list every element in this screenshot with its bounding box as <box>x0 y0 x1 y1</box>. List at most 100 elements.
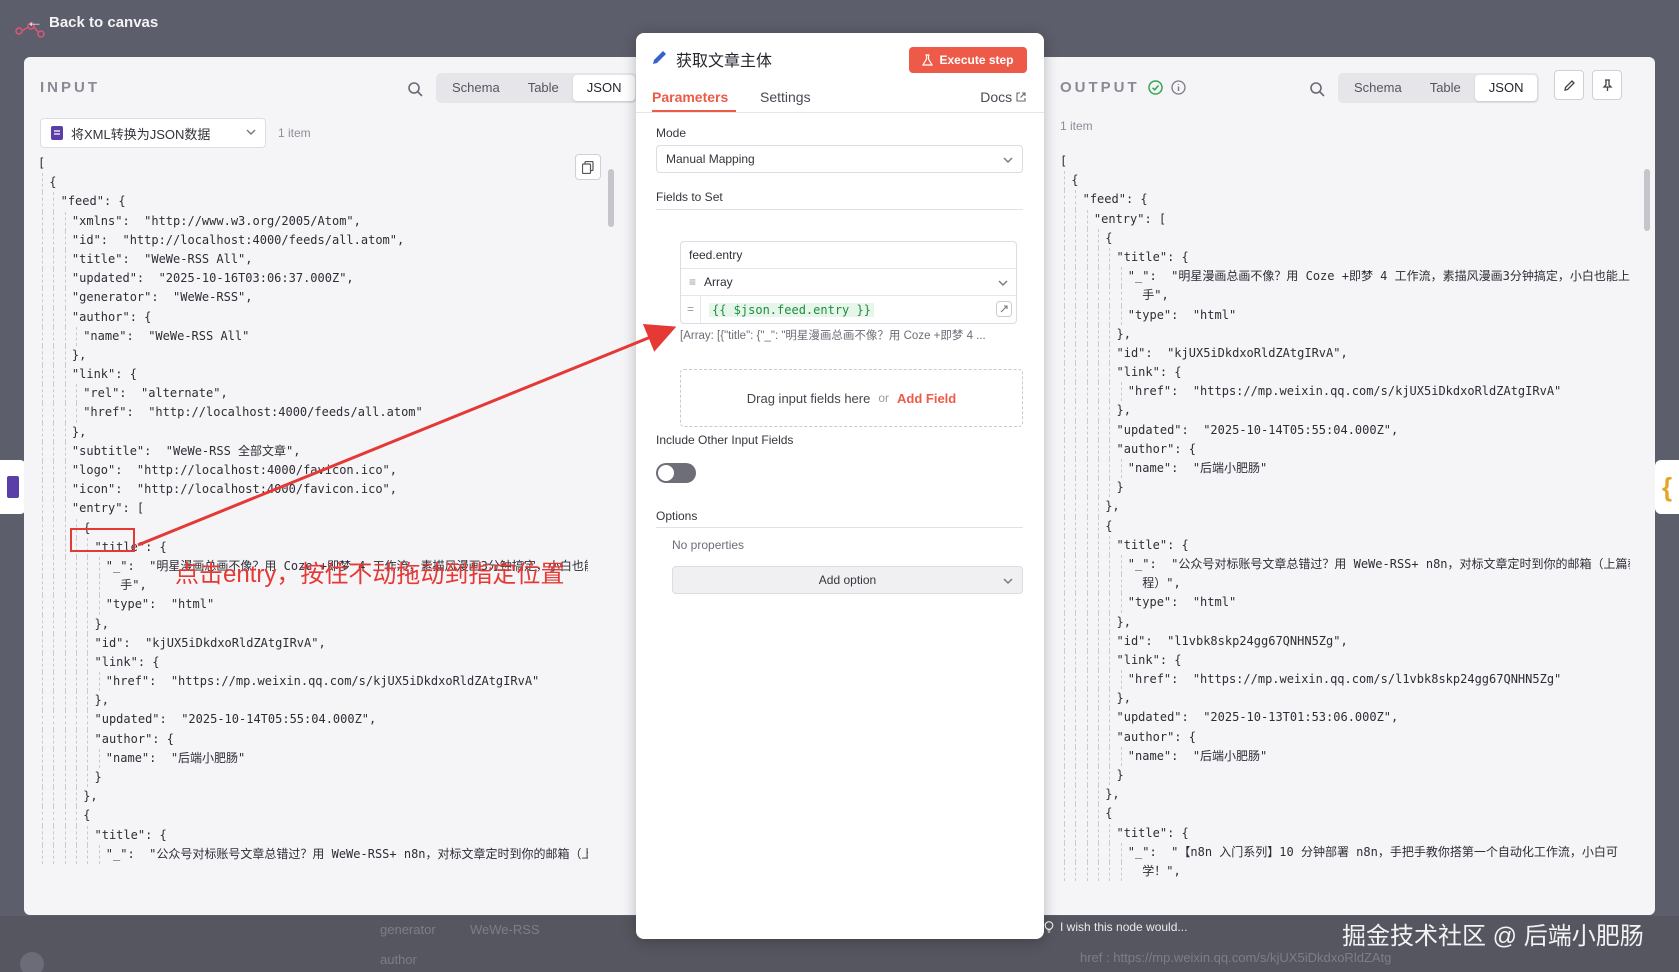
field-type-select[interactable]: ≡ Array <box>681 269 1016 296</box>
execute-step-button[interactable]: Execute step <box>909 47 1027 73</box>
json-line[interactable]: "title": { <box>38 825 588 845</box>
json-line[interactable]: "type": "html" <box>1060 305 1630 325</box>
json-line[interactable]: }, <box>1060 689 1630 709</box>
json-line[interactable]: "author": { <box>38 729 588 749</box>
json-line[interactable]: "name": "后端小肥肠" <box>1060 746 1630 766</box>
edit-output-button[interactable] <box>1554 70 1584 100</box>
search-icon[interactable] <box>407 81 423 97</box>
json-line[interactable]: } <box>1060 766 1630 786</box>
json-line[interactable]: { <box>38 173 588 193</box>
output-node-tab[interactable]: { <box>1655 460 1679 514</box>
json-line[interactable]: }, <box>1060 497 1630 517</box>
tab-parameters[interactable]: Parameters <box>652 89 728 105</box>
pin-output-button[interactable] <box>1592 70 1622 100</box>
add-field-button[interactable]: Add Field <box>897 391 956 406</box>
json-line[interactable]: { <box>1060 804 1630 824</box>
input-node-tab[interactable] <box>0 460 26 514</box>
json-line[interactable]: { <box>1060 516 1630 536</box>
search-icon[interactable] <box>1309 81 1325 97</box>
include-other-toggle[interactable] <box>656 463 696 483</box>
avatar[interactable] <box>20 952 44 972</box>
json-line[interactable]: "id": "kjUX5iDkdxoRldZAtgIRvA", <box>1060 343 1630 364</box>
json-line[interactable]: } <box>38 768 588 788</box>
json-line[interactable]: { <box>38 806 588 826</box>
input-tab-schema[interactable]: Schema <box>438 75 514 101</box>
json-line[interactable]: "subtitle": "WeWe-RSS 全部文章", <box>38 441 588 461</box>
feedback-link[interactable]: I wish this node would... <box>1044 920 1187 934</box>
expand-icon[interactable] <box>996 301 1012 317</box>
json-line[interactable]: "type": "html" <box>38 595 588 615</box>
json-line[interactable]: "title": { <box>1060 247 1630 268</box>
json-line[interactable]: "updated": "2025-10-14T05:55:04.000Z", <box>1060 420 1630 440</box>
json-line[interactable]: "name": "后端小肥肠" <box>1060 459 1630 479</box>
json-line[interactable]: "author": { <box>1060 727 1630 747</box>
drop-zone[interactable]: Drag input fields here or Add Field <box>680 369 1023 427</box>
json-line[interactable]: "name": "WeWe-RSS All" <box>38 326 588 346</box>
json-line[interactable]: }, <box>38 422 588 442</box>
json-line[interactable]: "_": "明星漫画总画不像？用 Coze +即梦 4 工作流，素描风漫画3分钟… <box>1060 267 1630 287</box>
info-icon[interactable] <box>1171 80 1186 95</box>
json-line[interactable]: "type": "html" <box>1060 593 1630 613</box>
json-line[interactable]: "link": { <box>38 652 588 673</box>
json-line[interactable]: }, <box>1060 401 1630 421</box>
json-line[interactable]: "link": { <box>1060 363 1630 383</box>
json-line[interactable]: 程）", <box>1060 574 1630 594</box>
json-line[interactable]: "href": "https://mp.weixin.qq.com/s/kjUX… <box>38 672 588 692</box>
input-scrollbar[interactable] <box>608 169 614 227</box>
json-line[interactable]: "_": "公众号对标账号文章总错过？用 WeWe-RSS+ n8n，对标文章定… <box>1060 554 1630 575</box>
json-line[interactable]: } <box>1060 478 1630 498</box>
back-to-canvas-link[interactable]: ← Back to canvas <box>26 12 158 32</box>
input-tab-json[interactable]: JSON <box>572 75 636 101</box>
json-line[interactable]: "href": "http://localhost:4000/feeds/all… <box>38 403 588 423</box>
step-title[interactable]: 获取文章主体 <box>676 47 772 71</box>
json-line[interactable]: "icon": "http://localhost:4000/favicon.i… <box>38 480 588 500</box>
json-line[interactable]: "title": { <box>1060 823 1630 843</box>
json-line[interactable]: "id": "http://localhost:4000/feeds/all.a… <box>38 230 588 250</box>
json-line[interactable]: }, <box>1060 612 1630 632</box>
json-line[interactable]: 手", <box>1060 286 1630 306</box>
json-line[interactable]: { <box>1060 171 1630 191</box>
json-line[interactable]: "title": "WeWe-RSS All", <box>38 249 588 270</box>
json-line[interactable]: "id": "l1vbk8skp24gg67QNHN5Zg", <box>1060 631 1630 651</box>
json-line[interactable]: }, <box>38 691 588 711</box>
json-line[interactable]: "_": "【n8n 入门系列】10 分钟部署 n8n，手把手教你搭第一个自动化… <box>1060 842 1630 862</box>
json-line[interactable]: [ <box>1060 152 1630 171</box>
json-line[interactable]: "logo": "http://localhost:4000/favicon.i… <box>38 461 588 481</box>
field-value-input[interactable]: = {{ $json.feed.entry }} <box>681 296 1016 323</box>
tab-settings[interactable]: Settings <box>760 89 811 105</box>
json-line[interactable]: "link": { <box>38 365 588 385</box>
json-line[interactable]: "generator": "WeWe-RSS", <box>38 288 588 308</box>
json-line[interactable]: "xmlns": "http://www.w3.org/2005/Atom", <box>38 211 588 231</box>
json-line[interactable]: "updated": "2025-10-16T03:06:37.000Z", <box>38 269 588 289</box>
json-line[interactable]: "href": "https://mp.weixin.qq.com/s/l1vb… <box>1060 670 1630 690</box>
input-node-select[interactable]: 将XML转换为JSON数据 <box>40 118 266 148</box>
input-tab-table[interactable]: Table <box>514 75 573 101</box>
json-line[interactable]: [ <box>38 154 588 173</box>
json-line[interactable]: }, <box>1060 785 1630 805</box>
output-scrollbar[interactable] <box>1644 169 1650 231</box>
json-line[interactable]: "name": "后端小肥肠" <box>38 748 588 768</box>
output-tab-json[interactable]: JSON <box>1474 75 1538 101</box>
json-line[interactable]: "updated": "2025-10-14T05:55:04.000Z", <box>38 710 588 730</box>
json-line[interactable]: "updated": "2025-10-13T01:53:06.000Z", <box>1060 708 1630 728</box>
json-line[interactable]: "author": { <box>1060 439 1630 459</box>
field-name-input[interactable]: feed.entry <box>681 242 1016 269</box>
json-line[interactable]: "_": "公众号对标账号文章总错过？用 WeWe-RSS+ n8n，对标文章定… <box>38 844 588 864</box>
mode-select[interactable]: Manual Mapping <box>656 145 1023 173</box>
json-line[interactable]: { <box>1060 228 1630 248</box>
json-line[interactable]: "entry": [ <box>38 499 588 519</box>
output-tab-table[interactable]: Table <box>1416 75 1475 101</box>
docs-link[interactable]: Docs <box>980 89 1026 105</box>
json-line[interactable]: }, <box>1060 324 1630 344</box>
json-line[interactable]: }, <box>38 614 588 634</box>
output-tab-schema[interactable]: Schema <box>1340 75 1416 101</box>
add-option-select[interactable]: Add option <box>672 566 1023 594</box>
json-line[interactable]: 学！", <box>1060 861 1630 882</box>
json-line[interactable]: "author": { <box>38 307 588 327</box>
json-line[interactable]: "link": { <box>1060 650 1630 671</box>
json-line[interactable]: "title": { <box>1060 535 1630 555</box>
json-line[interactable]: "entry": [ <box>1060 209 1630 229</box>
json-line[interactable]: }, <box>38 345 588 366</box>
json-line[interactable]: "feed": { <box>38 192 588 212</box>
json-line[interactable]: "id": "kjUX5iDkdxoRldZAtgIRvA", <box>38 633 588 653</box>
